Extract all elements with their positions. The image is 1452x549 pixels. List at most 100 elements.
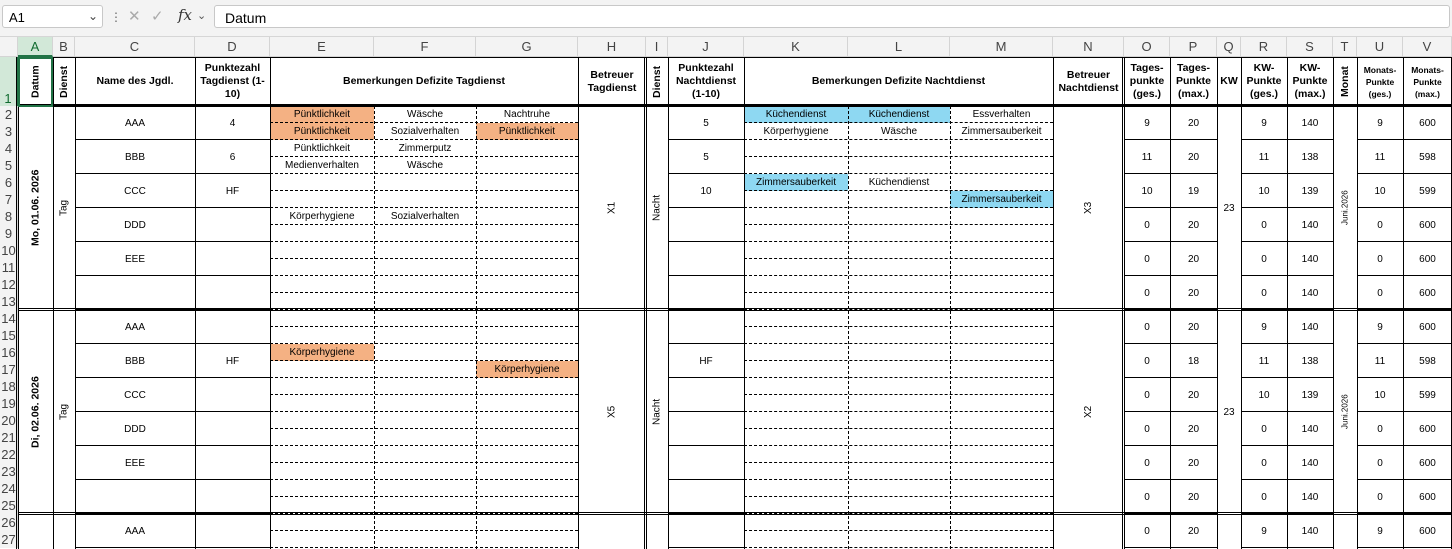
punktezahl-tag-cell[interactable] — [195, 412, 270, 446]
tagespunkte-ges-cell[interactable]: 11 — [1124, 140, 1170, 174]
punktezahl-nacht-cell[interactable]: 5 — [668, 106, 744, 140]
tagespunkte-max-cell[interactable]: 20 — [1170, 242, 1217, 276]
kw-punkte-max-cell[interactable]: 140 — [1287, 242, 1333, 276]
chevron-down-icon[interactable]: ⌄ — [88, 9, 98, 23]
monats-punkte-max-cell[interactable]: 600 — [1403, 310, 1452, 344]
monats-punkte-ges-cell[interactable]: 0 — [1357, 208, 1403, 242]
monats-punkte-max-cell[interactable]: 598 — [1403, 140, 1452, 174]
monats-punkte-ges-cell[interactable]: 0 — [1357, 242, 1403, 276]
kw-punkte-ges-cell[interactable]: 0 — [1241, 446, 1287, 480]
kw-punkte-max-cell[interactable]: 140 — [1287, 480, 1333, 514]
tagespunkte-max-cell[interactable]: 18 — [1170, 344, 1217, 378]
punktezahl-nacht-cell[interactable] — [668, 310, 744, 344]
column-header-c[interactable]: C — [75, 37, 195, 57]
column-header-i[interactable]: I — [646, 37, 668, 57]
remark-cell[interactable]: Wäsche — [848, 123, 950, 140]
punktezahl-nacht-cell[interactable] — [668, 276, 744, 310]
kw-punkte-ges-cell[interactable]: 0 — [1241, 412, 1287, 446]
chevron-down-icon[interactable]: ⌄ — [197, 9, 206, 22]
person-name-cell[interactable]: AAA — [75, 514, 195, 548]
tagespunkte-ges-cell[interactable]: 9 — [1124, 106, 1170, 140]
punktezahl-tag-cell[interactable]: 6 — [195, 140, 270, 174]
remark-cell[interactable]: Medienverhalten — [270, 157, 374, 174]
remark-cell[interactable]: Körperhygiene — [476, 361, 578, 378]
column-header-n[interactable]: N — [1053, 37, 1124, 57]
monats-punkte-ges-cell[interactable]: 0 — [1357, 412, 1403, 446]
monats-punkte-ges-cell[interactable]: 9 — [1357, 106, 1403, 140]
remark-cell[interactable]: Wäsche — [374, 106, 476, 123]
column-header-m[interactable]: M — [950, 37, 1053, 57]
punktezahl-nacht-cell[interactable]: 10 — [668, 174, 744, 208]
column-header-o[interactable]: O — [1124, 37, 1170, 57]
tagespunkte-ges-cell[interactable]: 0 — [1124, 514, 1170, 548]
kw-punkte-ges-cell[interactable]: 10 — [1241, 378, 1287, 412]
punktezahl-nacht-cell[interactable] — [668, 412, 744, 446]
column-header-u[interactable]: U — [1357, 37, 1403, 57]
remark-cell[interactable]: Zimmerputz — [374, 140, 476, 157]
remark-cell[interactable]: Sozialverhalten — [374, 123, 476, 140]
person-name-cell[interactable] — [75, 480, 195, 514]
person-name-cell[interactable]: BBB — [75, 344, 195, 378]
column-header-d[interactable]: D — [195, 37, 270, 57]
kw-punkte-max-cell[interactable]: 138 — [1287, 344, 1333, 378]
punktezahl-nacht-cell[interactable] — [668, 446, 744, 480]
monats-punkte-max-cell[interactable]: 600 — [1403, 276, 1452, 310]
remark-cell[interactable]: Pünktlichkeit — [476, 123, 578, 140]
formula-input[interactable]: Datum — [214, 5, 1450, 28]
tagespunkte-ges-cell[interactable]: 0 — [1124, 480, 1170, 514]
kw-punkte-ges-cell[interactable]: 9 — [1241, 106, 1287, 140]
monats-punkte-ges-cell[interactable]: 0 — [1357, 446, 1403, 480]
tagespunkte-ges-cell[interactable]: 0 — [1124, 208, 1170, 242]
kw-punkte-max-cell[interactable]: 138 — [1287, 140, 1333, 174]
tagespunkte-max-cell[interactable]: 20 — [1170, 514, 1217, 548]
kw-punkte-ges-cell[interactable]: 11 — [1241, 344, 1287, 378]
column-header-s[interactable]: S — [1287, 37, 1333, 57]
monats-punkte-ges-cell[interactable]: 0 — [1357, 276, 1403, 310]
kw-punkte-max-cell[interactable]: 139 — [1287, 378, 1333, 412]
name-box[interactable]: A1 ⌄ — [2, 5, 103, 28]
punktezahl-tag-cell[interactable] — [195, 378, 270, 412]
remark-cell[interactable]: Pünktlichkeit — [270, 106, 374, 123]
remark-cell[interactable]: Wäsche — [374, 157, 476, 174]
monats-punkte-max-cell[interactable]: 599 — [1403, 378, 1452, 412]
kw-punkte-ges-cell[interactable]: 9 — [1241, 310, 1287, 344]
tagespunkte-max-cell[interactable]: 20 — [1170, 378, 1217, 412]
column-header-p[interactable]: P — [1170, 37, 1217, 57]
person-name-cell[interactable] — [75, 276, 195, 310]
kw-punkte-max-cell[interactable]: 139 — [1287, 174, 1333, 208]
monats-punkte-max-cell[interactable]: 600 — [1403, 242, 1452, 276]
insert-function-icon[interactable]: fx — [178, 6, 192, 24]
remark-cell[interactable]: Körperhygiene — [270, 208, 374, 225]
monats-punkte-ges-cell[interactable]: 11 — [1357, 344, 1403, 378]
column-header-h[interactable]: H — [578, 37, 646, 57]
monats-punkte-ges-cell[interactable]: 11 — [1357, 140, 1403, 174]
monats-punkte-ges-cell[interactable]: 9 — [1357, 514, 1403, 548]
monats-punkte-ges-cell[interactable]: 9 — [1357, 310, 1403, 344]
monats-punkte-max-cell[interactable]: 600 — [1403, 446, 1452, 480]
kw-punkte-max-cell[interactable]: 140 — [1287, 208, 1333, 242]
tagespunkte-ges-cell[interactable]: 0 — [1124, 344, 1170, 378]
remark-cell[interactable]: Zimmersauberkeit — [950, 123, 1053, 140]
monats-punkte-max-cell[interactable]: 598 — [1403, 344, 1452, 378]
checkmark-icon[interactable]: ✓ — [151, 7, 164, 25]
kw-punkte-max-cell[interactable]: 140 — [1287, 412, 1333, 446]
tagespunkte-ges-cell[interactable]: 0 — [1124, 276, 1170, 310]
tagespunkte-ges-cell[interactable]: 0 — [1124, 242, 1170, 276]
kw-punkte-ges-cell[interactable]: 0 — [1241, 208, 1287, 242]
tagespunkte-ges-cell[interactable]: 0 — [1124, 310, 1170, 344]
punktezahl-nacht-cell[interactable] — [668, 378, 744, 412]
kw-punkte-max-cell[interactable]: 140 — [1287, 276, 1333, 310]
person-name-cell[interactable]: DDD — [75, 412, 195, 446]
kw-punkte-max-cell[interactable]: 140 — [1287, 446, 1333, 480]
monats-punkte-ges-cell[interactable]: 10 — [1357, 378, 1403, 412]
column-header-f[interactable]: F — [374, 37, 476, 57]
remark-cell[interactable]: Küchendienst — [848, 174, 950, 191]
person-name-cell[interactable]: CCC — [75, 378, 195, 412]
punktezahl-tag-cell[interactable]: HF — [195, 174, 270, 208]
remark-cell[interactable]: Zimmersauberkeit — [744, 174, 848, 191]
select-all-corner[interactable] — [0, 37, 18, 57]
kw-punkte-ges-cell[interactable]: 0 — [1241, 242, 1287, 276]
monats-punkte-max-cell[interactable]: 600 — [1403, 106, 1452, 140]
more-vertical-icon[interactable]: ⋮ — [110, 10, 122, 24]
punktezahl-tag-cell[interactable] — [195, 480, 270, 514]
